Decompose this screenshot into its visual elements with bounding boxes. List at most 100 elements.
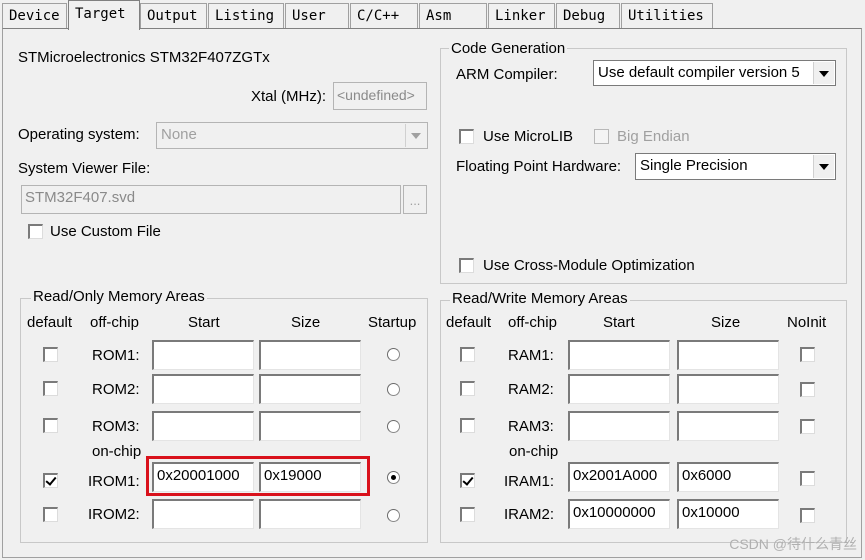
svd-browse-button[interactable]: ... bbox=[403, 185, 427, 214]
iram2-noinit-checkbox[interactable] bbox=[800, 508, 815, 523]
rw-header-noinit: NoInit bbox=[787, 314, 827, 331]
compiler-label: ARM Compiler: bbox=[456, 66, 558, 83]
svd-label: System Viewer File: bbox=[18, 160, 151, 177]
rom3-start-input[interactable] bbox=[152, 411, 254, 441]
iram1-default-checkbox[interactable] bbox=[460, 473, 475, 488]
fpu-value: Single Precision bbox=[640, 157, 748, 174]
fpu-select[interactable]: Single Precision bbox=[635, 153, 836, 180]
ro-header-size: Size bbox=[291, 314, 321, 331]
rom3-size-input[interactable] bbox=[259, 411, 361, 441]
xtal-label: Xtal (MHz): bbox=[251, 88, 326, 105]
ram1-default-checkbox[interactable] bbox=[460, 347, 475, 362]
tab-device[interactable]: Device bbox=[2, 3, 67, 28]
rom2-label: ROM2: bbox=[92, 381, 140, 398]
compiler-select[interactable]: Use default compiler version 5 bbox=[593, 60, 836, 86]
tab-linker[interactable]: Linker bbox=[488, 3, 555, 28]
ro-header-offchip: off-chip bbox=[90, 314, 139, 331]
rom2-size-input[interactable] bbox=[259, 374, 361, 404]
iram1-label: IRAM1: bbox=[504, 473, 555, 490]
microlib-label: Use MicroLIB bbox=[483, 128, 574, 145]
big-endian-label: Big Endian bbox=[617, 128, 690, 145]
iram2-default-checkbox[interactable] bbox=[460, 507, 475, 522]
microlib-checkbox[interactable] bbox=[459, 129, 474, 144]
rom3-label: ROM3: bbox=[92, 418, 140, 435]
rw-header-size: Size bbox=[711, 314, 741, 331]
rom1-label: ROM1: bbox=[92, 347, 140, 364]
ro-header-startup: Startup bbox=[368, 314, 417, 331]
ram2-noinit-checkbox[interactable] bbox=[800, 382, 815, 397]
chevron-down-icon bbox=[405, 124, 426, 147]
tab-output[interactable]: Output bbox=[140, 3, 207, 28]
iram1-size-input[interactable]: 0x6000 bbox=[677, 462, 779, 492]
ram2-size-input[interactable] bbox=[677, 374, 779, 404]
chevron-down-icon bbox=[813, 155, 834, 178]
iram2-size-input[interactable]: 0x10000 bbox=[677, 499, 779, 529]
cross-module-checkbox[interactable] bbox=[459, 258, 474, 273]
ram3-label: RAM3: bbox=[508, 418, 554, 435]
tab-debug[interactable]: Debug bbox=[556, 3, 620, 28]
ram1-start-input[interactable] bbox=[568, 340, 670, 370]
ram1-label: RAM1: bbox=[508, 347, 554, 364]
rw-onchip-label: on-chip bbox=[509, 443, 559, 460]
code-generation-legend: Code Generation bbox=[449, 40, 568, 57]
xtal-input[interactable]: <undefined> bbox=[333, 82, 427, 110]
rom3-default-checkbox[interactable] bbox=[43, 418, 58, 433]
chevron-down-icon bbox=[813, 62, 834, 84]
ram1-size-input[interactable] bbox=[677, 340, 779, 370]
irom2-default-checkbox[interactable] bbox=[43, 507, 58, 522]
iram1-noinit-checkbox[interactable] bbox=[800, 471, 815, 486]
rw-header-offchip: off-chip bbox=[508, 314, 557, 331]
watermark: CSDN @待什么青丝 bbox=[729, 536, 857, 552]
rw-header-start: Start bbox=[603, 314, 635, 331]
custom-file-label: Use Custom File bbox=[50, 223, 161, 240]
fpu-label: Floating Point Hardware: bbox=[456, 158, 622, 175]
tab-c-cpp[interactable]: C/C++ bbox=[350, 3, 418, 28]
svd-input[interactable]: STM32F407.svd bbox=[21, 185, 401, 214]
irom1-startup-radio[interactable] bbox=[387, 471, 400, 484]
big-endian-checkbox[interactable] bbox=[594, 129, 609, 144]
iram2-label: IRAM2: bbox=[504, 506, 555, 523]
ro-header-start: Start bbox=[188, 314, 220, 331]
ram1-noinit-checkbox[interactable] bbox=[800, 347, 815, 362]
irom1-label: IROM1: bbox=[88, 473, 140, 490]
irom1-default-checkbox[interactable] bbox=[43, 473, 58, 488]
ram3-noinit-checkbox[interactable] bbox=[800, 419, 815, 434]
rom1-start-input[interactable] bbox=[152, 340, 254, 370]
irom2-start-input[interactable] bbox=[152, 499, 254, 529]
rom2-default-checkbox[interactable] bbox=[43, 381, 58, 396]
os-value: None bbox=[161, 126, 197, 143]
ro-memory-legend: Read/Only Memory Areas bbox=[31, 288, 207, 305]
cross-module-label: Use Cross-Module Optimization bbox=[483, 257, 695, 274]
tab-target[interactable]: Target bbox=[68, 0, 140, 30]
os-select[interactable]: None bbox=[156, 122, 428, 149]
tab-utilities[interactable]: Utilities bbox=[621, 3, 713, 28]
rom1-default-checkbox[interactable] bbox=[43, 347, 58, 362]
rom2-start-input[interactable] bbox=[152, 374, 254, 404]
iram2-start-input[interactable]: 0x10000000 bbox=[568, 499, 670, 529]
ram2-default-checkbox[interactable] bbox=[460, 381, 475, 396]
device-name: STMicroelectronics STM32F407ZGTx bbox=[18, 49, 270, 66]
irom2-label: IROM2: bbox=[88, 506, 140, 523]
irom2-startup-radio[interactable] bbox=[387, 509, 400, 522]
rom2-startup-radio[interactable] bbox=[387, 383, 400, 396]
tab-user[interactable]: User bbox=[285, 3, 349, 28]
ro-header-default: default bbox=[27, 314, 73, 331]
ram3-default-checkbox[interactable] bbox=[460, 418, 475, 433]
ro-onchip-label: on-chip bbox=[92, 443, 142, 460]
tab-listing[interactable]: Listing bbox=[208, 3, 284, 28]
rom3-startup-radio[interactable] bbox=[387, 420, 400, 433]
iram1-start-input[interactable]: 0x2001A000 bbox=[568, 462, 670, 492]
os-label: Operating system: bbox=[18, 126, 140, 143]
ram3-size-input[interactable] bbox=[677, 411, 779, 441]
rom1-startup-radio[interactable] bbox=[387, 348, 400, 361]
rom1-size-input[interactable] bbox=[259, 340, 361, 370]
ram2-start-input[interactable] bbox=[568, 374, 670, 404]
highlight-box bbox=[146, 456, 370, 496]
custom-file-checkbox[interactable] bbox=[28, 224, 43, 239]
tab-asm[interactable]: Asm bbox=[419, 3, 487, 28]
rw-memory-legend: Read/Write Memory Areas bbox=[450, 290, 630, 307]
rw-header-default: default bbox=[446, 314, 492, 331]
ram2-label: RAM2: bbox=[508, 381, 554, 398]
ram3-start-input[interactable] bbox=[568, 411, 670, 441]
irom2-size-input[interactable] bbox=[259, 499, 361, 529]
